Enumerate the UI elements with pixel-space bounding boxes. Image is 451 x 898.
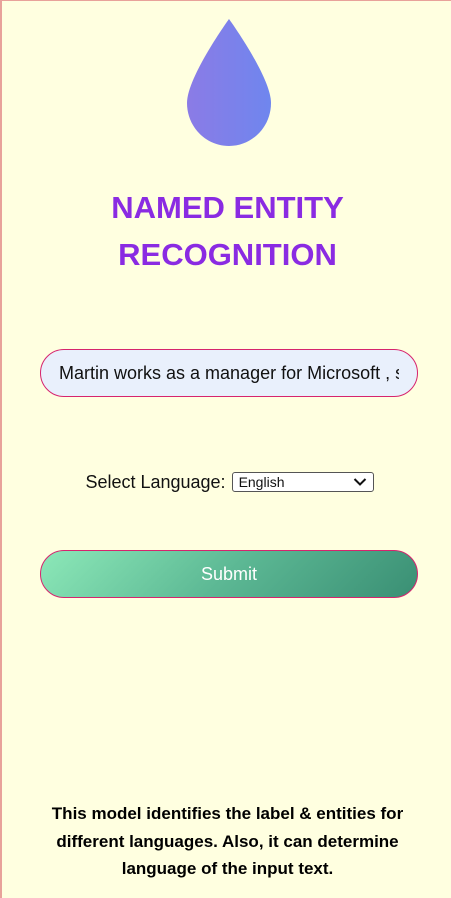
language-select[interactable]: English: [231, 472, 374, 492]
submit-button[interactable]: Submit: [40, 550, 418, 598]
page-title-line-2: RECOGNITION: [118, 237, 337, 272]
sentence-input[interactable]: [41, 350, 417, 396]
footer-description: This model identifies the label & entiti…: [2, 800, 451, 883]
footer-line-1: This model identifies the label & entiti…: [51, 804, 404, 823]
water-drop-logo: [185, 19, 273, 147]
chevron-down-icon: [353, 478, 366, 486]
footer-line-2: different languages. Also, it can determ…: [56, 831, 399, 851]
footer-line-3: language of the input text.: [121, 859, 334, 878]
language-row: Select Language: English: [2, 469, 451, 495]
language-select-value: English: [238, 474, 285, 490]
submit-button-label: Submit: [200, 563, 258, 584]
page-title-line-1: NAMED ENTITY: [111, 190, 344, 225]
water-drop-icon: [187, 19, 271, 146]
page-title: NAMED ENTITY RECOGNITION: [2, 184, 451, 278]
text-input-container: [40, 349, 418, 397]
language-label: Select Language:: [85, 471, 226, 492]
